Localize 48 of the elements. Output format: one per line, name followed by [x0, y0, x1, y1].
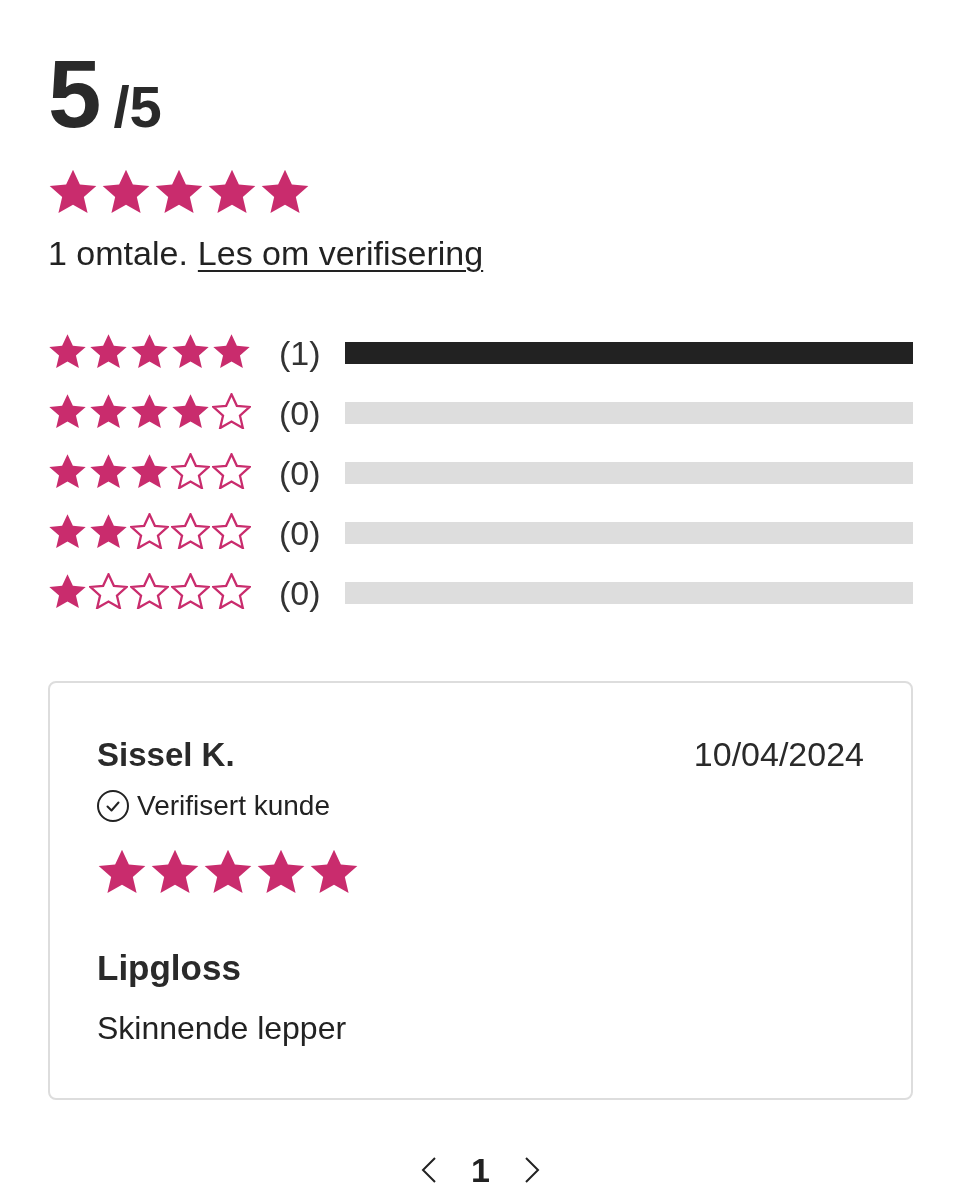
star-outline-icon [171, 572, 210, 610]
star-icon [171, 392, 210, 430]
star-icon [101, 168, 151, 215]
star-icon [89, 332, 128, 370]
star-icon [48, 572, 87, 610]
star-outline-icon [212, 572, 251, 610]
star-icon [171, 332, 210, 370]
star-outline-icon [212, 392, 251, 430]
star-icon [260, 168, 310, 215]
reviewer-name: Sissel K. [97, 735, 235, 774]
star-icon [130, 392, 169, 430]
star-outline-icon [212, 512, 251, 550]
review-date: 10/04/2024 [693, 734, 864, 774]
chevron-left-icon[interactable] [421, 1157, 438, 1184]
star-icon [89, 512, 128, 550]
review-title: Lipgloss [97, 947, 242, 990]
star-outline-icon [171, 452, 210, 490]
star-outline-icon [171, 512, 210, 550]
star-icon [130, 332, 169, 370]
verification-link[interactable]: Les om verifisering [197, 232, 484, 273]
rating-count: (0) [279, 572, 322, 613]
star-icon [48, 512, 87, 550]
rating-count: (0) [279, 512, 322, 553]
star-icon [48, 332, 87, 370]
page-number[interactable]: 1 [467, 1150, 494, 1191]
star-icon [212, 332, 251, 370]
star-icon [48, 392, 87, 430]
rating-count: (0) [279, 452, 322, 493]
review-count: 1 omtale. [48, 232, 188, 273]
rating-count: (1) [279, 332, 322, 373]
chevron-right-icon[interactable] [523, 1157, 540, 1184]
star-icon [48, 168, 98, 215]
star-outline-icon [130, 572, 169, 610]
star-icon [48, 452, 87, 490]
score-max: /5 [113, 78, 162, 136]
star-icon [89, 452, 128, 490]
verified-label: Verifisert kunde [137, 789, 330, 822]
star-outline-icon [89, 572, 128, 610]
star-icon [154, 168, 204, 215]
average-score: 5 [48, 46, 102, 142]
rating-count: (0) [279, 392, 322, 433]
review-text: Skinnende lepper [97, 1009, 348, 1049]
star-icon [130, 452, 169, 490]
check-circle-icon [97, 789, 129, 822]
star-icon [89, 392, 128, 430]
star-icon [207, 168, 257, 215]
star-outline-icon [130, 512, 169, 550]
star-outline-icon [212, 452, 251, 490]
